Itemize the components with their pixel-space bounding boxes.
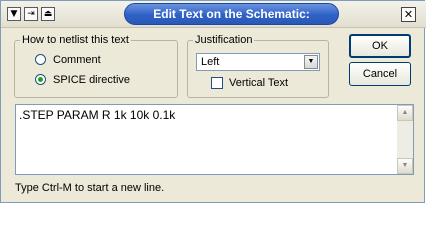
- netlist-mode-legend: How to netlist this text: [20, 34, 131, 47]
- minimize-to-tray-icon[interactable]: ⇥: [24, 7, 38, 21]
- eject-icon[interactable]: ⏏: [41, 7, 55, 21]
- vertical-scrollbar[interactable]: ▲ ▼: [397, 105, 413, 174]
- scroll-up-icon[interactable]: ▲: [397, 105, 413, 121]
- radio-spice-directive-indicator[interactable]: [35, 74, 46, 85]
- cancel-button[interactable]: Cancel: [349, 62, 411, 86]
- radio-selected-dot: [38, 77, 43, 82]
- edit-text-dialog: ▼ ⇥ ⏏ Edit Text on the Schematic: ✕ How …: [0, 0, 426, 203]
- dialog-title: Edit Text on the Schematic:: [124, 3, 339, 25]
- hint-text: Type Ctrl-M to start a new line.: [15, 182, 165, 194]
- scroll-down-icon[interactable]: ▼: [397, 158, 413, 174]
- ok-button[interactable]: OK: [349, 34, 411, 58]
- chevron-down-icon[interactable]: ▼: [304, 55, 318, 69]
- text-editor[interactable]: .STEP PARAM R 1k 10k 0.1k ▲ ▼: [15, 104, 414, 175]
- title-bar: ▼ ⇥ ⏏ Edit Text on the Schematic: ✕: [1, 1, 426, 28]
- radio-comment-indicator[interactable]: [35, 54, 46, 65]
- pin-icon[interactable]: ▼: [7, 7, 21, 21]
- netlist-mode-group: How to netlist this text Comment SPICE d…: [14, 34, 178, 98]
- vertical-text-label[interactable]: Vertical Text: [229, 76, 288, 90]
- radio-comment-label[interactable]: Comment: [53, 53, 101, 67]
- justification-legend: Justification: [193, 34, 255, 47]
- radio-spice-directive-label[interactable]: SPICE directive: [53, 73, 130, 87]
- text-editor-content[interactable]: .STEP PARAM R 1k 10k 0.1k: [19, 108, 175, 122]
- justification-selected-value: Left: [201, 56, 220, 68]
- close-icon[interactable]: ✕: [401, 7, 416, 22]
- vertical-text-checkbox[interactable]: [211, 77, 223, 89]
- justification-select[interactable]: Left ▼: [196, 53, 320, 71]
